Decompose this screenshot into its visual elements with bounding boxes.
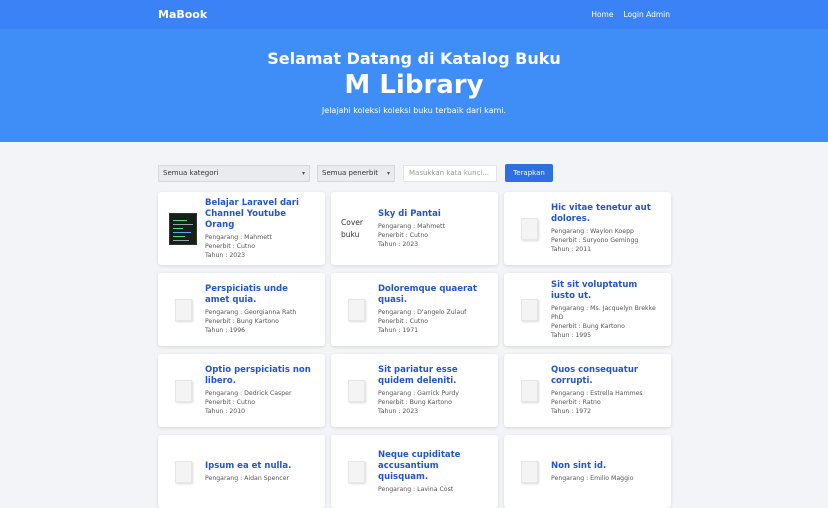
book-card[interactable]: Belajar Laravel dari Channel Youtube Ora… (158, 192, 325, 265)
book-cover (168, 212, 198, 245)
book-author: Pengarang : Aidan Spencer (205, 474, 290, 482)
book-cover (514, 213, 544, 245)
book-year: Tahun : 1995 (551, 331, 592, 339)
book-author: Pengarang : Dedrick Casper (205, 390, 292, 397)
book-card[interactable]: Sit pariatur esse quidem deleniti. Penga… (331, 354, 498, 427)
book-card[interactable]: Hic vitae tenetur aut dolores. Pengarang… (504, 192, 671, 265)
book-publisher: Penerbit : Suryono Gemingg (551, 237, 639, 244)
book-author: Pengarang : Ms. Jacquelyn Brekke PhD (551, 304, 656, 321)
book-title[interactable]: Sit sit voluptatum iusto ut. (551, 280, 661, 302)
book-card[interactable]: Non sint id. Pengarang : Emilio Maggio (504, 435, 671, 508)
book-author: Pengarang : D'angelo Zulauf (378, 309, 467, 316)
book-title[interactable]: Sit pariatur esse quidem deleniti. (378, 365, 488, 387)
book-year: Tahun : 2023 (205, 251, 246, 259)
book-year: Tahun : 1972 (551, 408, 592, 415)
book-grid: Belajar Laravel dari Channel Youtube Ora… (158, 192, 671, 508)
book-author: Pengarang : Garrick Purdy (378, 390, 459, 397)
book-cover (341, 456, 371, 488)
kategori-select[interactable]: Semua kategori ▾ (158, 164, 310, 182)
book-cover-placeholder (174, 298, 192, 321)
book-title[interactable]: Ipsum ea et nulla. (205, 461, 315, 472)
hero-subtitle: Jelajahi koleksi koleksi buku terbaik da… (321, 106, 507, 115)
book-publisher: Penerbit : Cutno (378, 231, 429, 239)
book-title[interactable]: Belajar Laravel dari Channel Youtube Ora… (205, 198, 315, 231)
book-year: Tahun : 2023 (378, 240, 419, 248)
book-publisher: Penerbit : Bung Kartono (551, 322, 625, 330)
navbar: MaBook Home Login Admin (0, 0, 828, 29)
book-card[interactable]: Perspiciatis unde amet quia. Pengarang :… (158, 273, 325, 346)
book-year: Tahun : 2023 (378, 408, 419, 415)
search-input[interactable]: Masukkan kata kunci... (403, 164, 497, 182)
book-author: Pengarang : Mahmett (378, 222, 445, 230)
book-card[interactable]: Sit sit voluptatum iusto ut. Pengarang :… (504, 273, 671, 346)
book-title[interactable]: Optio perspiciatis non libero. (205, 365, 315, 387)
book-title[interactable]: Sky di Pantai (378, 209, 488, 220)
book-card[interactable]: Optio perspiciatis non libero. Pengarang… (158, 354, 325, 427)
apply-button[interactable]: Terapkan (505, 164, 553, 182)
book-cover-placeholder (347, 298, 365, 321)
book-cover (341, 294, 371, 326)
book-card[interactable]: Ipsum ea et nulla. Pengarang : Aidan Spe… (158, 435, 325, 508)
book-publisher: Penerbit : Cutno (205, 399, 256, 406)
book-card[interactable]: Neque cupiditate accusantium quisquam. P… (331, 435, 498, 508)
book-year: Tahun : 2011 (551, 246, 592, 253)
nav-links: Home Login Admin (591, 10, 670, 19)
hero-library-name: M Library (344, 70, 484, 100)
book-cover-placeholder (520, 298, 538, 321)
book-author: Pengarang : Estrella Hammes (551, 390, 643, 397)
book-cover-placeholder (347, 379, 365, 402)
book-title[interactable]: Quos consequatur corrupti. (551, 365, 661, 387)
book-cover-placeholder (347, 460, 365, 483)
book-cover-placeholder (520, 379, 538, 402)
book-card[interactable]: Quos consequatur corrupti. Pengarang : E… (504, 354, 671, 427)
nav-home-link[interactable]: Home (591, 10, 613, 19)
book-author: Pengarang : Emilio Maggio (551, 474, 634, 482)
book-publisher: Penerbit : Cutno (205, 242, 256, 250)
book-cover (168, 375, 198, 407)
book-cover-placeholder (520, 460, 538, 483)
book-card[interactable]: Doloremque quaerat quasi. Pengarang : D'… (331, 273, 498, 346)
book-author: Pengarang : Waylon Koepp (551, 228, 634, 235)
brand-logo[interactable]: MaBook (158, 8, 207, 21)
filter-bar: Semua kategori ▾ Semua penerbit ▾ Masukk… (158, 164, 828, 182)
book-cover: Cover buku (341, 213, 371, 245)
book-card[interactable]: Cover buku Sky di Pantai Pengarang : Mah… (331, 192, 498, 265)
book-cover (514, 456, 544, 488)
book-cover-placeholder (174, 460, 192, 483)
nav-login-admin-link[interactable]: Login Admin (623, 10, 670, 19)
book-cover (168, 294, 198, 326)
book-year: Tahun : 1996 (205, 327, 246, 334)
penerbit-select-value: Semua penerbit (322, 169, 379, 177)
book-title[interactable]: Non sint id. (551, 461, 661, 472)
book-author: Pengarang : Lavina Cost (378, 485, 454, 493)
book-year: Tahun : 1971 (378, 327, 419, 334)
book-title[interactable]: Neque cupiditate accusantium quisquam. (378, 450, 488, 483)
book-cover (341, 375, 371, 407)
book-publisher: Penerbit : Ratno (551, 399, 601, 406)
book-publisher: Penerbit : Bung Kartono (205, 318, 279, 325)
book-cover (168, 456, 198, 488)
book-cover-alt-text: Cover buku (341, 217, 363, 239)
book-cover (514, 294, 544, 326)
book-cover-placeholder (520, 217, 538, 240)
book-cover-image (169, 212, 197, 245)
book-title[interactable]: Perspiciatis unde amet quia. (205, 284, 315, 306)
hero-banner: Selamat Datang di Katalog Buku M Library… (0, 29, 828, 142)
book-cover-placeholder (174, 379, 192, 402)
penerbit-select[interactable]: Semua penerbit ▾ (317, 164, 395, 182)
book-title[interactable]: Doloremque quaerat quasi. (378, 284, 488, 306)
book-cover (514, 375, 544, 407)
book-publisher: Penerbit : Bung Kartono (378, 399, 452, 406)
book-publisher: Penerbit : Cutno (378, 318, 429, 325)
hero-title: Selamat Datang di Katalog Buku (267, 49, 561, 68)
chevron-down-icon: ▾ (386, 169, 390, 177)
kategori-select-value: Semua kategori (163, 169, 219, 177)
chevron-down-icon: ▾ (301, 169, 305, 177)
book-author: Pengarang : Mahmett (205, 233, 272, 241)
book-author: Pengarang : Georgianna Rath (205, 309, 297, 316)
book-year: Tahun : 2010 (205, 408, 246, 415)
book-title[interactable]: Hic vitae tenetur aut dolores. (551, 203, 661, 225)
